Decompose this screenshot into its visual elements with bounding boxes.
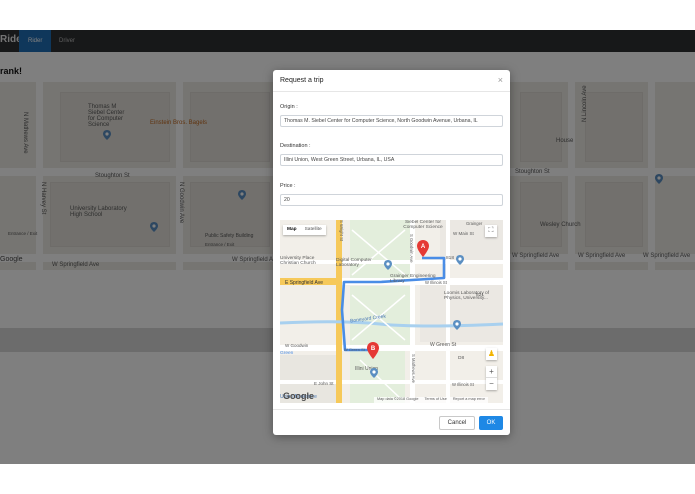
poi-pin-icon-2: [453, 320, 461, 330]
map-label-illinois-st-2: W Illinois St: [452, 382, 474, 387]
price-label: Price :: [280, 183, 296, 189]
route-map-canvas: [280, 220, 503, 403]
dialog-footer: Cancel OK: [273, 409, 510, 435]
request-trip-dialog: Request a trip × Origin : Destination : …: [273, 70, 510, 435]
poi-pin-icon-4: [384, 260, 392, 270]
poi-pin-icon-3: [370, 368, 378, 378]
zoom-in-button[interactable]: +: [486, 366, 497, 378]
marker-b-label: B: [371, 346, 376, 352]
map-label-illinois-st: W Illinois St: [425, 280, 447, 285]
map-label-loomis: Loomis Laboratory of Physics, University…: [444, 291, 490, 301]
route-map[interactable]: Map Satellite ⛶ Siebel Center for Comput…: [280, 220, 503, 403]
map-label-john-st: E John St: [314, 381, 334, 386]
map-google-logo: Google: [283, 391, 314, 401]
destination-input[interactable]: [280, 154, 503, 166]
zoom-out-button[interactable]: −: [486, 378, 497, 390]
map-label-main-st: W Main St: [453, 231, 474, 236]
close-icon[interactable]: ×: [498, 75, 503, 85]
marker-a-icon[interactable]: A: [417, 240, 429, 257]
origin-input[interactable]: [280, 115, 503, 127]
terms-of-use-link[interactable]: Terms of Use: [424, 397, 446, 403]
map-label-d8: D8: [458, 356, 465, 361]
pegman-icon[interactable]: ♟: [486, 348, 497, 360]
cancel-button[interactable]: Cancel: [439, 416, 475, 430]
map-type-control: Map Satellite: [283, 225, 326, 235]
destination-label: Destination :: [280, 143, 311, 149]
map-label-mathews: S Mathews Ave: [411, 354, 416, 383]
marker-b-icon[interactable]: B: [367, 342, 379, 359]
map-label-818: 818: [446, 256, 455, 261]
app-screen: Ride Rider Driver rank! Thomas M Siebel …: [0, 0, 695, 494]
map-label-green: Green: [280, 351, 294, 356]
origin-label: Origin :: [280, 104, 298, 110]
price-input[interactable]: [280, 194, 503, 206]
poi-pin-icon: [456, 255, 464, 265]
dialog-header: Request a trip ×: [273, 70, 510, 92]
map-label-w-goodwin: W Goodwin: [285, 343, 309, 348]
map-label-dcl: Digital Computer Laboratory: [336, 258, 372, 268]
map-label-siebel: Siebel Center for Computer Science: [403, 220, 443, 230]
zoom-control: + −: [486, 366, 497, 390]
map-attribution: Map data ©2018 Google Terms of Use Repor…: [374, 397, 488, 403]
map-label-goodwin: S Goodwin Ave: [409, 234, 414, 263]
map-type-satellite[interactable]: Satellite: [301, 225, 326, 235]
map-label-green-st-2: W Green St: [344, 347, 365, 352]
map-label-green-st: W Green St: [430, 342, 457, 348]
report-map-error-link[interactable]: Report a map error: [453, 397, 485, 403]
map-label-church: University Place Christian Church: [280, 256, 316, 266]
fullscreen-icon[interactable]: ⛶: [485, 225, 497, 237]
map-label-821: 821: [476, 293, 485, 298]
dialog-title: Request a trip: [280, 77, 324, 84]
ok-button[interactable]: OK: [479, 416, 503, 430]
map-data-credit: Map data ©2018 Google: [377, 397, 419, 401]
map-type-map[interactable]: Map: [283, 225, 301, 235]
map-label-wright-st: S Wright St: [339, 220, 344, 242]
marker-a-label: A: [421, 244, 426, 250]
map-label-grainger-short: Grainger: [466, 221, 483, 226]
map-label-springfield: E Springfield Ave: [285, 280, 323, 286]
